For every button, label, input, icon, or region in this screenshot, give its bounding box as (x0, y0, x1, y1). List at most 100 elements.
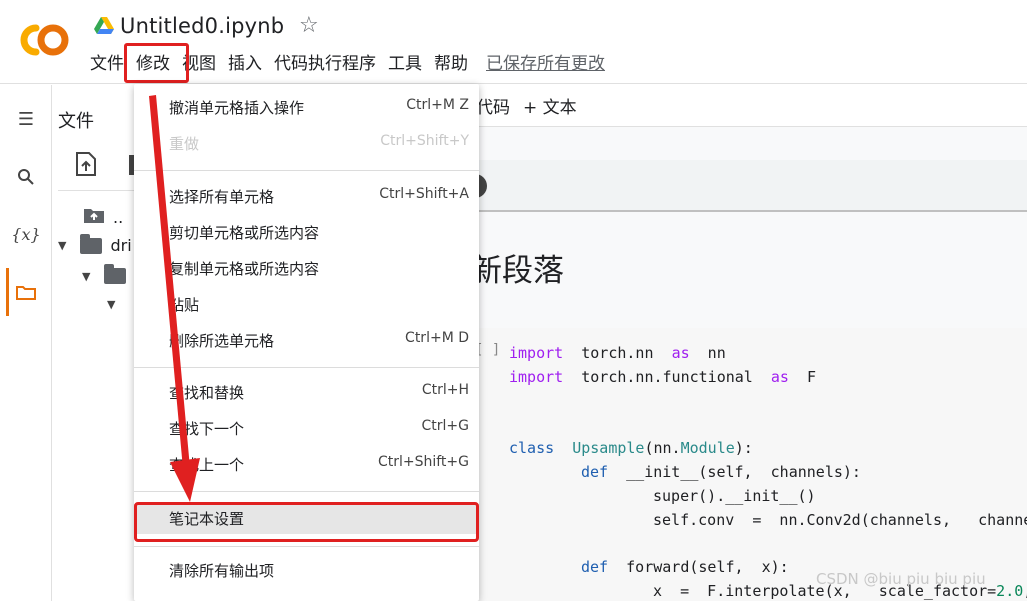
tree-item-label: dri (110, 236, 132, 255)
menu-item-label: 剪切单元格或所选内容 (169, 224, 320, 242)
watermark: CSDN @biu piu biu piu (816, 570, 986, 588)
folder-icon[interactable] (0, 277, 52, 307)
save-status-link[interactable]: 已保存所有更改 (480, 50, 611, 78)
folder-icon (104, 264, 127, 284)
menu-item-label: 查找下一个 (169, 420, 245, 438)
search-icon[interactable] (0, 162, 52, 192)
code-token: self.conv = nn.Conv2d(channels, channel (653, 511, 1027, 529)
notebook-settings-annotation-box (134, 502, 479, 542)
notebook-toolbar: 代码 + 文本 (423, 85, 1027, 127)
code-token: F (788, 368, 817, 386)
menu-help[interactable]: 帮助 (428, 50, 474, 78)
tree-item-nested[interactable]: ▼ (107, 298, 115, 311)
code-line: super().__init__() (653, 487, 816, 505)
code-token: as (770, 368, 789, 386)
menu-item-shortcut: Ctrl+Shift+A (379, 186, 469, 202)
code-token: __init__(self, channels): (608, 463, 861, 481)
menu-runtime[interactable]: 代码执行程序 (268, 50, 382, 78)
code-cell[interactable]: [ ] import torch.nn as nn import torch.nn… (423, 328, 1027, 601)
expand-triangle-icon[interactable]: ▼ (58, 239, 66, 252)
code-token: as (671, 344, 690, 362)
notebook-title[interactable]: Untitled0.ipynb (120, 14, 284, 38)
code-token: import (509, 344, 564, 362)
code-line: class Upsample(nn.Module): (509, 439, 753, 457)
menu-item-shortcut: Ctrl+G (421, 418, 470, 434)
folder-icon (80, 233, 103, 254)
menu-item-undo[interactable]: 撤消单元格插入操作 Ctrl+M Z (134, 93, 479, 123)
code-token: 2.0 (996, 582, 1024, 600)
menu-tools[interactable]: 工具 (382, 50, 428, 78)
text-cell-heading[interactable]: 新段落 (471, 245, 564, 290)
parent-folder-icon (83, 206, 105, 228)
code-line: def __init__(self, channels): (581, 463, 861, 481)
header: Untitled0.ipynb ☆ 文件 修改 视图 插入 代码执行程序 工具 … (0, 0, 1027, 84)
menu-item-shortcut: Ctrl+Shift+G (377, 454, 469, 470)
menu-item-shortcut: Ctrl+Shift+Y (380, 133, 469, 149)
code-token: super().__init__() (653, 487, 816, 505)
add-code-button[interactable]: 代码 (476, 93, 510, 118)
menu-item-label: 粘贴 (169, 296, 200, 314)
menu-insert[interactable]: 插入 (222, 50, 268, 78)
menu-separator (134, 367, 479, 368)
code-token: def (581, 558, 609, 576)
menu-separator (134, 546, 479, 547)
menu-item-label: 查找和替换 (169, 384, 245, 402)
menu-item-shortcut: Ctrl+M D (405, 330, 469, 346)
code-line: self.conv = nn.Conv2d(channels, channel (653, 511, 1027, 529)
menu-item-select-all[interactable]: 选择所有单元格 Ctrl+Shift+A (134, 182, 479, 212)
add-text-button[interactable]: + 文本 (523, 93, 577, 118)
tree-item-parent[interactable]: .. (83, 206, 123, 228)
code-line: import torch.nn.functional as F (509, 368, 816, 386)
menu-item-find-replace[interactable]: 查找和替换 Ctrl+H (134, 378, 479, 408)
expand-triangle-icon[interactable]: ▼ (82, 270, 90, 283)
code-token: , (1023, 582, 1027, 600)
tree-item-subfolder[interactable]: ▼ (82, 264, 127, 284)
edit-menu-annotation-box (124, 43, 189, 83)
google-drive-icon[interactable] (94, 17, 114, 35)
files-panel-title: 文件 (58, 111, 94, 132)
code-line: import torch.nn as nn (509, 344, 726, 362)
table-of-contents-icon[interactable]: ☰ (0, 104, 52, 134)
menu-item-shortcut: Ctrl+M Z (406, 97, 469, 113)
tree-item-label: .. (113, 207, 124, 227)
code-line: def forward(self, x): (581, 558, 789, 576)
upload-icon[interactable] (75, 151, 97, 181)
menu-item-label: 查找上一个 (169, 456, 245, 474)
code-token: Module (680, 439, 735, 457)
code-token: ): (734, 439, 753, 457)
menu-separator (134, 170, 479, 171)
code-token: import (509, 368, 564, 386)
tree-item-drive[interactable]: ▼ dri (58, 233, 132, 255)
code-token: forward(self, x): (608, 558, 789, 576)
code-token: Upsample (572, 439, 645, 457)
menu-item-redo: 重做 Ctrl+Shift+Y (134, 129, 479, 159)
menu-item-paste[interactable]: 粘贴 (134, 290, 479, 320)
menu-item-shortcut: Ctrl+H (421, 382, 469, 398)
left-rail: ☰ {x} (0, 85, 52, 601)
code-token: (nn. (644, 439, 681, 457)
empty-code-cell[interactable] (423, 160, 1027, 212)
menu-item-label: 撤消单元格插入操作 (169, 99, 305, 117)
menu-item-cut[interactable]: 剪切单元格或所选内容 (134, 218, 479, 248)
notebook-area: 代码 + 文本 新段落 [ ] import torch.nn as nn imp… (423, 85, 1027, 601)
code-token: def (581, 463, 609, 481)
code-token: torch.nn.functional (563, 368, 771, 386)
menu-item-copy[interactable]: 复制单元格或所选内容 (134, 254, 479, 284)
menu-item-find-next[interactable]: 查找下一个 Ctrl+G (134, 414, 479, 444)
code-token: nn (689, 344, 726, 362)
colab-logo-icon[interactable] (16, 22, 72, 58)
menu-item-find-previous[interactable]: 查找上一个 Ctrl+Shift+G (134, 450, 479, 480)
menu-item-label: 选择所有单元格 (169, 188, 275, 206)
menu-item-label: 重做 (169, 135, 200, 153)
star-icon[interactable]: ☆ (299, 13, 319, 38)
variables-icon[interactable]: {x} (0, 219, 52, 249)
menu-item-clear-outputs[interactable]: 清除所有输出项 (134, 556, 479, 586)
menu-item-label: 清除所有输出项 (169, 562, 275, 580)
code-token: class (509, 439, 555, 457)
code-token: torch.nn (563, 344, 672, 362)
menu-item-label: 删除所选单元格 (169, 332, 275, 350)
expand-triangle-icon[interactable]: ▼ (107, 298, 115, 311)
menu-item-delete[interactable]: 删除所选单元格 Ctrl+M D (134, 326, 479, 356)
menu-separator (134, 491, 479, 492)
